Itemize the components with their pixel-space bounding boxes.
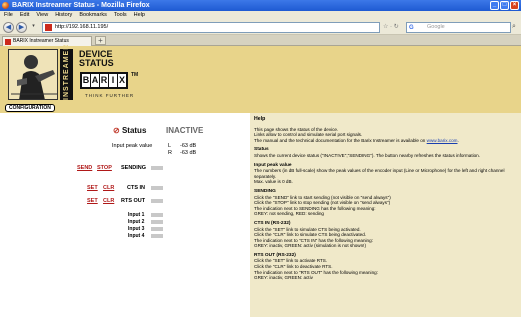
back-arrow-icon[interactable]: ◀ [3, 22, 14, 33]
status-label-text: Status [121, 126, 147, 135]
new-tab-button[interactable]: + [95, 36, 106, 45]
logo-letter: R [100, 74, 108, 87]
cts-clr-link[interactable]: CLR [103, 185, 114, 191]
peak-label: Input peak value [112, 143, 153, 149]
help-text: GREY: not sending, RED: sending [254, 211, 324, 217]
sending-indicator [151, 166, 163, 170]
menu-bookmarks[interactable]: Bookmarks [79, 11, 107, 20]
input-2-indicator [151, 220, 163, 224]
tab-favicon-icon [5, 39, 11, 45]
search-placeholder: Google [427, 24, 445, 30]
input-1-indicator [151, 213, 163, 217]
close-button[interactable]: × [510, 1, 519, 10]
refresh-icon[interactable]: ⊘ [113, 126, 120, 135]
menu-edit[interactable]: Edit [20, 11, 29, 20]
stop-link[interactable]: STOP [97, 165, 112, 171]
tab-barix-status[interactable]: BARIX Instreamer Status [2, 36, 92, 46]
cts-in-indicator [151, 186, 163, 190]
navigation-toolbar: ◀ ▶ ▾ http://192.168.11.195/ ☆ · ↻ G Goo… [0, 20, 521, 35]
minimize-button[interactable]: _ [490, 1, 499, 10]
rts-out-indicator [151, 199, 163, 203]
browser-window: BARIX Instreamer Status - Mozilla Firefo… [0, 0, 521, 317]
tab-bar: BARIX Instreamer Status + [0, 35, 521, 46]
search-field[interactable]: G Google [406, 22, 511, 33]
tagline: THINK FURTHER [85, 93, 135, 98]
barix-website-link[interactable]: www.barix.com [427, 138, 458, 143]
logo-letter: X [118, 74, 126, 87]
firefox-icon [2, 2, 9, 9]
input-4-label: Input 4 [128, 233, 145, 239]
menu-history[interactable]: History [55, 11, 72, 20]
window-title: BARIX Instreamer Status - Mozilla Firefo… [12, 2, 150, 9]
bookmark-star-icon[interactable]: ☆ · ↻ [383, 23, 399, 30]
input-1-label: Input 1 [128, 212, 145, 218]
menu-bar: File Edit View History Bookmarks Tools H… [0, 11, 521, 20]
tab-label: BARIX Instreamer Status [13, 38, 69, 44]
input-2-label: Input 2 [128, 219, 145, 225]
help-title: Help [254, 116, 266, 122]
help-text: Max. value is 0 dB. [254, 179, 293, 185]
logo-letter: I [109, 74, 117, 87]
rts-out-label: RTS OUT [121, 198, 146, 204]
site-favicon-icon [45, 24, 52, 31]
menu-view[interactable]: View [36, 11, 48, 20]
help-text: The numbers (in dB full-scale) show the … [254, 168, 505, 179]
barix-logo: B A R I X [80, 72, 128, 89]
dropdown-icon[interactable]: ▾ [29, 23, 38, 32]
window-controls: _ □ × [490, 1, 519, 10]
sending-label: SENDING [121, 165, 147, 171]
google-icon: G [409, 25, 414, 31]
menu-help[interactable]: Help [134, 11, 145, 20]
title-bar: BARIX Instreamer Status - Mozilla Firefo… [0, 0, 521, 11]
peak-left-channel: L [168, 143, 172, 149]
help-text: GREY: inactiv, GREEN: activ [254, 275, 313, 281]
status-value: INACTIVE [166, 126, 204, 135]
input-4-indicator [151, 234, 163, 238]
help-text: The manual and the technical documentati… [254, 137, 459, 143]
menu-tools[interactable]: Tools [114, 11, 127, 20]
configuration-button[interactable]: CONFIGURATION [5, 104, 55, 112]
status-label: ⊘ Status [113, 126, 146, 135]
page-title: DEVICE STATUS [79, 50, 114, 68]
logo-letter: A [91, 74, 99, 87]
peak-right-channel: R [168, 150, 172, 156]
instreamer-photo [8, 49, 58, 100]
help-text: GREY: inactiv, GREEN: activ (simulation … [254, 243, 366, 249]
cts-in-label: CTS IN [127, 185, 146, 191]
instreamer-vertical-text: INSTREAMER [60, 44, 73, 100]
rts-clr-link[interactable]: CLR [103, 198, 114, 204]
help-text: Shows the current device status ("INACTI… [254, 152, 481, 158]
page-title-line-2: STATUS [79, 58, 114, 68]
logo-letter: B [82, 74, 90, 87]
cts-set-link[interactable]: SET [87, 185, 98, 191]
rts-set-link[interactable]: SET [87, 198, 98, 204]
send-link[interactable]: SEND [77, 165, 92, 171]
search-icon[interactable]: ⌕ [512, 23, 516, 31]
url-text: http://192.168.11.195/ [55, 24, 109, 30]
trademark-mark: TM [131, 72, 139, 78]
status-panel: ⊘ Status INACTIVE Input peak value L -63… [0, 113, 250, 317]
url-bar[interactable]: http://192.168.11.195/ [42, 22, 380, 33]
input-3-indicator [151, 227, 163, 231]
menu-file[interactable]: File [4, 11, 13, 20]
peak-right-value: -63 dB [180, 150, 197, 156]
maximize-button[interactable]: □ [500, 1, 509, 10]
input-3-label: Input 3 [128, 226, 145, 232]
peak-left-value: -63 dB [180, 143, 197, 149]
help-panel: Help This page shows the status of the d… [250, 113, 521, 317]
forward-arrow-icon[interactable]: ▶ [16, 22, 27, 33]
